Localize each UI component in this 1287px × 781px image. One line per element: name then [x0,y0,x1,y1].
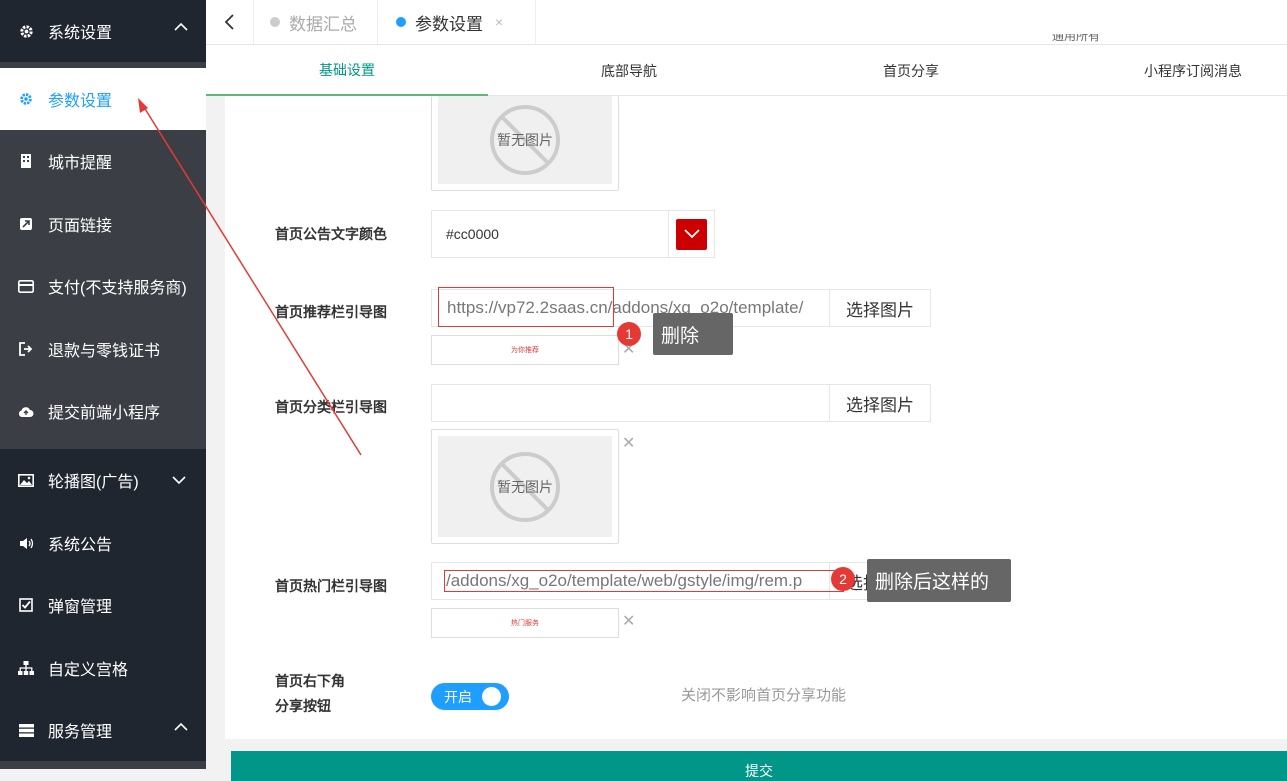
delete-image-icon[interactable]: ✕ [622,433,635,453]
sidebar-item-label: 系统公告 [48,537,113,554]
image-icon [18,472,34,488]
sidebar-item-label: 服务管理 [48,724,113,741]
color-picker-button[interactable] [668,210,715,258]
sidebar-group-system-settings[interactable]: 系统设置 [0,0,206,62]
category-image-preview: 暂无图片 [431,429,619,544]
subnav-home-share[interactable]: 首页分享 [770,45,1052,96]
annotation-tooltip-1: 删除 [653,313,733,355]
sitemap-icon [18,660,34,676]
chevron-up-icon[interactable] [174,720,188,739]
category-image-label: 首页分类栏引导图 [275,399,387,415]
tab-label: 数据汇总 [289,14,357,34]
annotation-badge-1: 1 [617,322,641,346]
tab-data-summary[interactable]: 数据汇总 [254,0,378,44]
toggle-label: 开启 [444,688,472,705]
external-link-icon [18,216,34,232]
recommend-select-image-button[interactable]: 选择图片 [829,289,931,327]
no-image-text: 暂无图片 [497,132,553,148]
subnav-basic[interactable]: 基础设置 [206,45,488,96]
tab-label: 参数设置 [415,14,483,34]
sidebar-item-submit-miniapp[interactable]: 提交前端小程序 [0,380,206,442]
tab-params[interactable]: 参数设置 × [378,0,536,44]
sidebar-item-label: 退款与零钱证书 [48,343,161,360]
category-select-image-button[interactable]: 选择图片 [829,384,931,422]
cloud-upload-icon [18,403,34,419]
sign-out-icon [18,341,34,357]
sidebar-item-label: 轮播图(广告) [48,474,139,491]
recommend-image-thumb: 为你推荐 [431,335,619,365]
close-icon[interactable]: × [495,14,503,30]
sidebar-item-carousel[interactable]: 轮播图(广告) [0,449,206,511]
thumb-text: 热门服务 [511,620,539,627]
sidebar-item-label: 页面链接 [48,218,113,235]
sidebar-item-label: 弹窗管理 [48,599,113,616]
sidebar-item-service-mgmt[interactable]: 服务管理 [0,699,206,761]
volume-icon [18,535,34,551]
thumb-text: 为你推荐 [511,347,539,354]
notice-color-input[interactable]: #cc0000 [431,210,669,258]
annotation-highlight-box [438,287,614,327]
tab-dot [270,17,280,27]
chevron-down-icon[interactable] [172,473,186,492]
clipped-text: 通用所有 [1052,34,1101,43]
share-button-label-line1: 首页右下角 [275,673,345,689]
chevron-up-icon[interactable] [174,20,188,39]
no-image-placeholder: 暂无图片 [438,436,612,537]
gear-icon [18,23,34,39]
sidebar-item-popup[interactable]: 弹窗管理 [0,574,206,636]
category-image-url-input[interactable] [431,384,831,422]
annotation-badge-2: 2 [831,567,855,591]
sidebar-item-custom-grid[interactable]: 自定义宫格 [0,637,206,699]
delete-image-icon[interactable]: ✕ [622,611,635,631]
share-hint-text: 关闭不影响首页分享功能 [681,687,847,704]
sidebar-item-label: 提交前端小程序 [48,405,161,422]
toggle-knob [482,687,501,706]
sidebar-item-refund-cert[interactable]: 退款与零钱证书 [0,318,206,380]
chevron-down-icon [683,229,700,239]
chevron-left-icon [224,14,234,30]
submit-button[interactable]: 提交 [231,751,1287,781]
building-icon [18,153,34,169]
sidebar-item-city-reminder[interactable]: 城市提醒 [0,130,206,192]
sidebar-item-label: 参数设置 [48,93,113,110]
subnav-subscribe-msg[interactable]: 小程序订阅消息 [1052,45,1287,96]
gear-icon [18,91,34,107]
submit-label: 提交 [745,763,773,779]
back-button[interactable] [206,0,254,44]
annotation-highlight-box [444,570,844,592]
sidebar-footer-strip [0,761,206,769]
share-button-toggle[interactable]: 开启 [431,683,509,710]
no-image-text: 暂无图片 [497,478,553,495]
recommend-image-label: 首页推荐栏引导图 [275,304,387,320]
share-button-label-line2: 分享按钮 [275,698,331,714]
sidebar-item-page-links[interactable]: 页面链接 [0,193,206,255]
settings-subnav: 基础设置 底部导航 首页分享 小程序订阅消息 [206,45,1287,96]
sidebar-item-label: 支付(不支持服务商) [48,280,187,297]
server-icon [18,722,34,738]
tab-bar: 数据汇总 参数设置 × 通用所有 [206,0,1287,45]
annotation-tooltip-2: 删除后这样的 [867,559,1011,602]
color-swatch [676,218,707,250]
sidebar-item-label: 自定义宫格 [48,662,129,679]
hot-image-thumb: 热门服务 [431,608,619,638]
no-image-placeholder: 暂无图片 [438,96,612,184]
subnav-bottom-nav[interactable]: 底部导航 [488,45,770,96]
image-preview: 暂无图片 [431,96,619,191]
sidebar: 系统设置 参数设置 城市提醒 页面链接 支付(不支持服务商) 退款与零钱证书 提… [0,0,206,769]
card-icon [18,278,34,294]
notice-color-label: 首页公告文字颜色 [275,226,387,242]
sidebar-item-label: 城市提醒 [48,155,113,172]
sidebar-item-params[interactable]: 参数设置 [0,68,206,130]
sidebar-item-payment[interactable]: 支付(不支持服务商) [0,255,206,317]
tab-dot [396,17,406,27]
sidebar-group-label: 系统设置 [48,25,113,42]
check-square-icon [18,597,34,613]
sidebar-item-announcement[interactable]: 系统公告 [0,512,206,574]
hot-image-label: 首页热门栏引导图 [275,578,387,594]
